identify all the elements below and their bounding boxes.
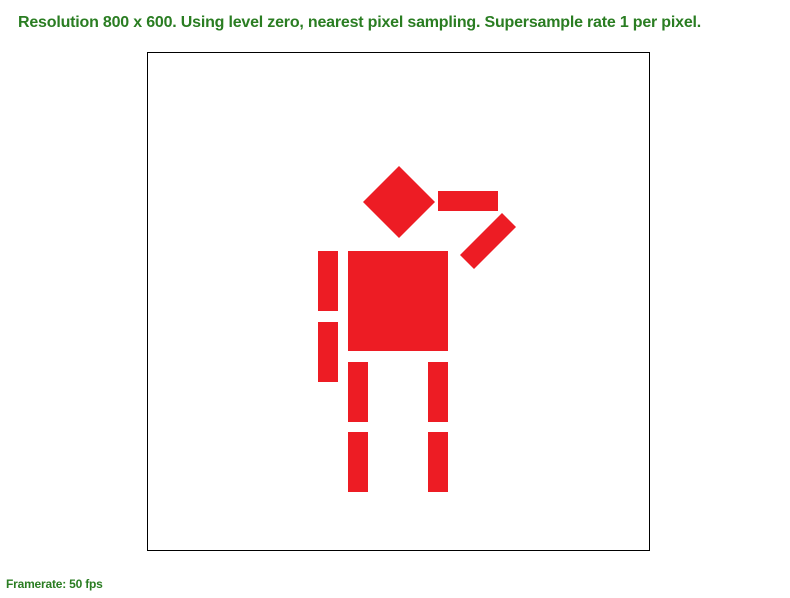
figure-left-forearm bbox=[318, 322, 338, 382]
figure-right-shin bbox=[428, 432, 448, 492]
render-viewport[interactable] bbox=[147, 52, 650, 551]
figure-head bbox=[363, 166, 435, 238]
figure-left-thigh bbox=[348, 362, 368, 422]
figure-right-thigh bbox=[428, 362, 448, 422]
figure-left-upper-arm bbox=[318, 251, 338, 311]
renderer-window: Resolution 800 x 600. Using level zero, … bbox=[0, 0, 790, 598]
rendered-scene bbox=[318, 166, 516, 492]
figure-right-upper-arm bbox=[438, 191, 498, 211]
figure-right-forearm bbox=[460, 213, 516, 269]
figure-left-shin bbox=[348, 432, 368, 492]
render-settings-status: Resolution 800 x 600. Using level zero, … bbox=[18, 14, 702, 31]
framerate-readout: Framerate: 50 fps bbox=[6, 577, 103, 591]
figure-torso bbox=[348, 251, 448, 351]
